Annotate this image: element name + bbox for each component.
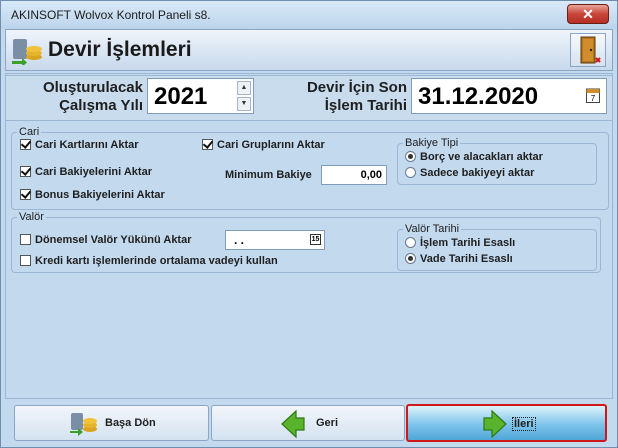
cari-legend: Cari (17, 126, 42, 138)
checkbox-cari-bakiyeleri[interactable]: Cari Bakiyelerini Aktar (20, 166, 152, 178)
window-title: AKINSOFT Wolvox Kontrol Paneli s8. (11, 8, 211, 22)
checkbox-label: Cari Kartlarını Aktar (35, 139, 139, 151)
checkbox-box[interactable] (20, 166, 31, 177)
radio-sadece-bakiye[interactable]: Sadece bakiyeyi aktar (405, 167, 534, 179)
valor-legend: Valör (17, 211, 46, 223)
close-button[interactable]: ✕ (567, 4, 609, 24)
radio-dot[interactable] (405, 253, 416, 264)
date-label-line1: Devir İçin Son (306, 79, 407, 96)
radio-label: İşlem Tarihi Esaslı (420, 237, 516, 249)
app-window: AKINSOFT Wolvox Kontrol Paneli s8. ✕ Dev… (0, 0, 618, 448)
checkbox-label: Cari Bakiyelerini Aktar (35, 166, 152, 178)
checkbox-label: Cari Gruplarını Aktar (217, 139, 325, 151)
checkbox-box[interactable] (20, 189, 31, 200)
radio-dot[interactable] (405, 237, 416, 248)
arrow-right-icon (483, 409, 507, 439)
geri-label: Geri (316, 417, 339, 429)
radio-label: Vade Tarihi Esaslı (420, 253, 513, 265)
valor-date-input[interactable]: . . 15 (225, 230, 325, 250)
checkbox-cari-kartlari[interactable]: Cari Kartlarını Aktar (20, 139, 139, 151)
page-title: Devir İşlemleri (48, 38, 192, 61)
checkbox-label: Bonus Bakiyelerini Aktar (35, 189, 165, 201)
checkbox-box[interactable] (20, 255, 31, 266)
calendar-icon[interactable]: 7 (586, 87, 600, 103)
year-spinner[interactable]: ▲ ▼ (237, 81, 251, 111)
date-input[interactable]: 31.12.2020 7 (411, 78, 607, 114)
radio-dot[interactable] (405, 151, 416, 162)
checkbox-label: Kredi kartı işlemlerinde ortalama vadeyi… (35, 255, 278, 267)
coins-transfer-icon (12, 39, 42, 65)
coins-transfer-icon (70, 413, 97, 436)
exit-button[interactable] (570, 33, 606, 67)
date-value: 31.12.2020 (418, 83, 539, 110)
checkbox-donemsel-valor[interactable]: Dönemsel Valör Yükünü Aktar (20, 234, 192, 246)
minimum-bakiye-label: Minimum Bakiye (225, 169, 312, 181)
calendar-icon-day: 7 (591, 94, 596, 103)
year-label-line2: Çalışma Yılı (59, 97, 143, 114)
radio-vade-tarihi[interactable]: Vade Tarihi Esaslı (405, 253, 513, 265)
checkbox-kredi-karti[interactable]: Kredi kartı işlemlerinde ortalama vadeyi… (20, 255, 278, 267)
checkbox-box[interactable] (202, 139, 213, 150)
page-header: Devir İşlemleri (5, 29, 613, 71)
radio-label: Sadece bakiyeyi aktar (420, 167, 535, 179)
bakiye-tipi-legend: Bakiye Tipi (403, 137, 461, 149)
radio-islem-tarihi[interactable]: İşlem Tarihi Esaslı (405, 237, 515, 249)
checkbox-box[interactable] (20, 139, 31, 150)
valor-date-value: . . (234, 233, 245, 247)
arrow-left-icon (281, 409, 305, 439)
spin-down-icon[interactable]: ▼ (237, 97, 251, 111)
checkbox-cari-gruplari[interactable]: Cari Gruplarını Aktar (202, 139, 325, 151)
year-label-line1: Oluşturulacak (42, 79, 143, 96)
checkbox-bonus-bakiyeleri[interactable]: Bonus Bakiyelerini Aktar (20, 189, 165, 201)
date-label-line2: İşlem Tarihi (324, 97, 407, 114)
minimum-bakiye-input[interactable]: 0,00 (321, 165, 387, 185)
spin-up-icon[interactable]: ▲ (237, 81, 251, 95)
door-exit-icon (580, 36, 601, 64)
ileri-button[interactable]: İleri (406, 404, 607, 442)
basa-don-button[interactable]: Başa Dön (14, 405, 209, 441)
basa-don-label: Başa Dön (105, 417, 156, 429)
radio-label: Borç ve alacakları aktar (420, 151, 543, 163)
geri-button[interactable]: Geri (211, 405, 405, 441)
radio-borc-alacak[interactable]: Borç ve alacakları aktar (405, 151, 543, 163)
date-label: Devir İçin Son İşlem Tarihi (263, 79, 407, 115)
valor-tarihi-legend: Valör Tarihi (403, 223, 462, 235)
year-label: Oluşturulacak Çalışma Yılı (21, 79, 143, 115)
checkbox-box[interactable] (20, 234, 31, 245)
calendar-icon[interactable]: 15 (310, 234, 321, 245)
checkbox-label: Dönemsel Valör Yükünü Aktar (35, 234, 192, 246)
year-value: 2021 (154, 83, 208, 110)
radio-dot[interactable] (405, 167, 416, 178)
ileri-label: İleri (512, 417, 536, 431)
year-input[interactable]: 2021 ▲ ▼ (147, 78, 254, 114)
title-bar: AKINSOFT Wolvox Kontrol Paneli s8. ✕ (1, 1, 617, 29)
